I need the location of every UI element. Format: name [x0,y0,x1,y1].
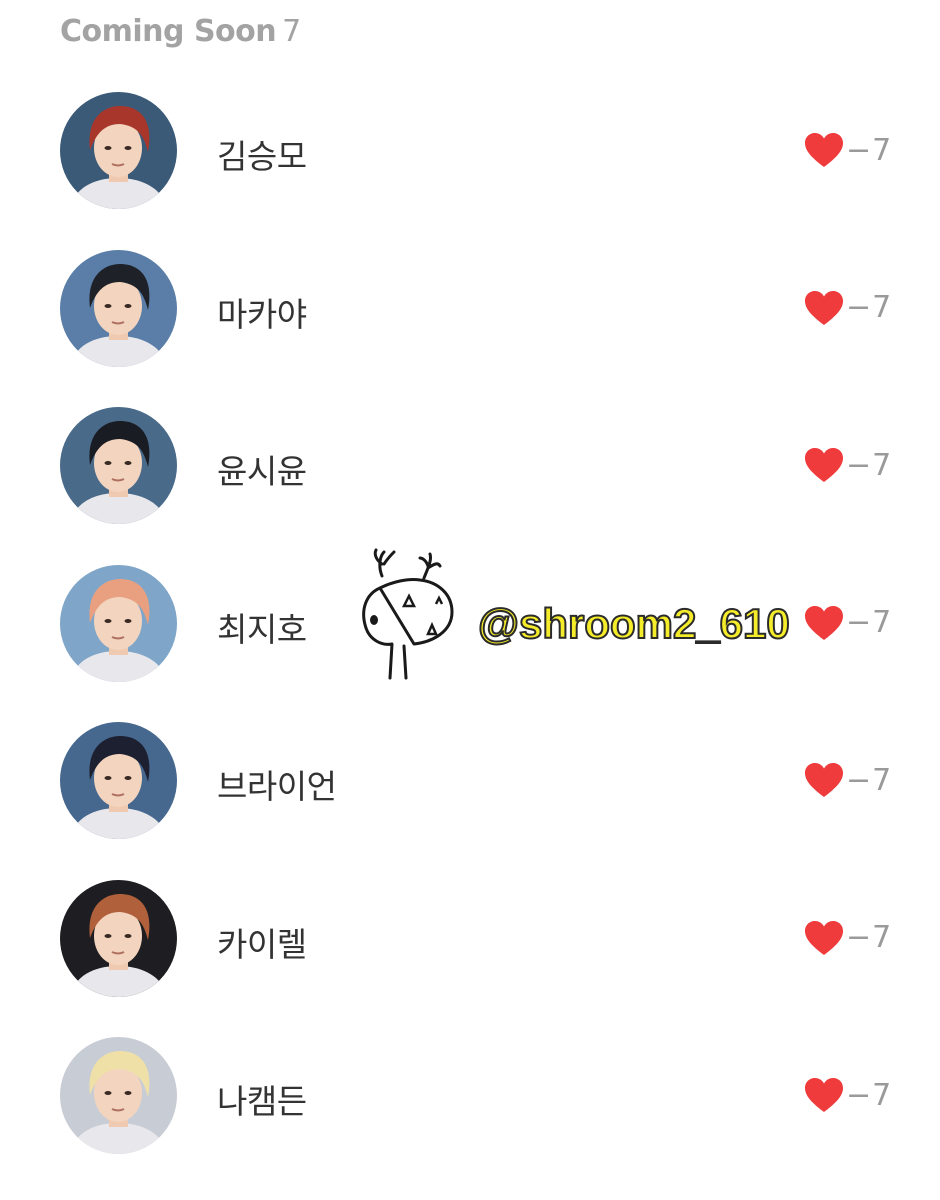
avatar[interactable] [60,407,177,524]
like-button[interactable]: −7 [804,920,892,956]
like-count: −7 [846,762,893,798]
like-count: −7 [846,290,893,325]
avatar[interactable] [60,1037,177,1154]
member-name: 나캠든 [217,1082,307,1121]
like-count: −7 [846,132,893,168]
heart-icon [804,447,844,483]
member-list: 김승모 −7 마카야 −7 윤시윤 −7 최지호 −7 브라이언 −7 카이렐 … [0,92,940,1195]
heart-icon [804,290,844,326]
member-name: 김승모 [217,137,307,176]
like-button[interactable]: −7 [804,132,892,168]
member-name: 카이렐 [217,924,307,964]
list-item[interactable]: 카이렐 −7 [0,879,940,1038]
like-button[interactable]: −7 [804,447,892,483]
watermark-handle: @shroom2_610 [477,599,791,648]
member-name: 윤시윤 [217,452,307,491]
deer-doodle-watermark [362,548,454,680]
like-count: −7 [846,447,893,483]
avatar[interactable] [60,92,177,209]
section-header: Coming Soon 7 [60,14,301,49]
avatar[interactable] [60,722,177,839]
heart-icon [804,762,844,798]
list-item[interactable]: 브라이언 −7 [0,722,940,880]
heart-icon [804,132,844,168]
list-item[interactable]: 나캠든 −7 [0,1037,940,1195]
list-item[interactable]: 최지호 −7 [0,564,940,723]
section-title: Coming Soon [60,14,277,49]
member-name: 최지호 [217,609,307,649]
heart-icon [804,605,844,641]
list-item[interactable]: 윤시윤 −7 [0,407,940,565]
member-name: 브라이언 [217,767,337,806]
like-button[interactable]: −7 [804,605,892,641]
like-button[interactable]: −7 [804,762,892,798]
heart-icon [804,920,844,956]
avatar[interactable] [60,249,177,367]
list-item[interactable]: 마카야 −7 [0,249,940,408]
like-button[interactable]: −7 [804,1077,892,1113]
like-count: −7 [846,1077,893,1113]
like-button[interactable]: −7 [804,290,892,326]
avatar[interactable] [60,564,177,682]
section-count: 7 [282,14,301,49]
heart-icon [804,1077,844,1113]
member-name: 마카야 [217,294,307,334]
like-count: −7 [846,920,893,955]
like-count: −7 [846,605,893,640]
list-item[interactable]: 김승모 −7 [0,92,940,250]
avatar[interactable] [60,879,177,997]
